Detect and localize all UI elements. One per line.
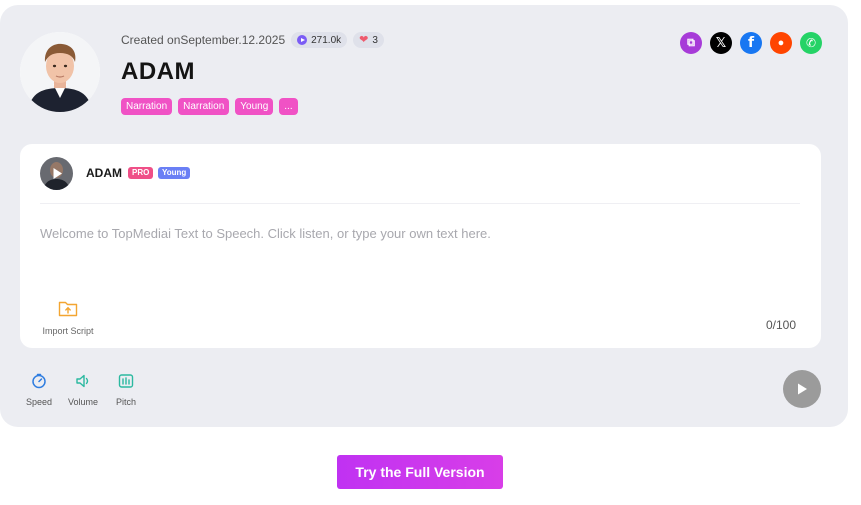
tag[interactable]: Narration (121, 98, 173, 115)
pro-badge: PRO (128, 167, 154, 179)
more-tags-button[interactable]: ... (279, 98, 298, 115)
volume-label: Volume (67, 397, 99, 407)
play-count-icon (297, 35, 308, 45)
volume-icon (76, 374, 89, 388)
speed-control[interactable]: Speed (22, 373, 56, 410)
tag[interactable]: Young (235, 98, 274, 115)
heart-icon: ❤ (359, 33, 369, 46)
voice-title: ADAM (121, 58, 195, 85)
voice-tags: Narration Narration Young ... (121, 98, 298, 115)
import-script-button[interactable]: Import Script (40, 300, 96, 339)
reddit-icon[interactable]: ● (770, 32, 792, 54)
created-prefix: Created on (121, 33, 181, 47)
tts-text-input[interactable] (40, 226, 800, 286)
facebook-icon[interactable]: f (740, 32, 762, 54)
voice-preview-button[interactable] (40, 157, 73, 190)
try-full-version-button[interactable]: Try the Full Version (337, 455, 503, 489)
young-badge: Young (158, 167, 191, 179)
like-count: 3 (372, 34, 378, 46)
character-counter: 0/100 (766, 318, 797, 332)
import-script-label: Import Script (42, 326, 94, 336)
voice-avatar (20, 32, 100, 112)
voice-meta: Created on September.12.2025 271.0k ❤ 3 (121, 32, 384, 48)
play-icon (798, 383, 807, 395)
speed-icon (32, 373, 46, 389)
editor-voice-name: ADAM (86, 166, 122, 180)
speed-label: Speed (25, 397, 53, 407)
folder-upload-icon (58, 301, 78, 317)
volume-control[interactable]: Volume (66, 373, 100, 410)
x-twitter-icon[interactable]: 𝕏 (710, 32, 732, 54)
copy-link-icon[interactable]: ⧉ (680, 32, 702, 54)
listen-play-button[interactable] (783, 370, 821, 408)
pitch-control[interactable]: Pitch (109, 373, 143, 410)
created-date: September.12.2025 (180, 33, 286, 47)
play-count: 271.0k (311, 34, 342, 46)
card-divider (40, 203, 800, 204)
like-button[interactable]: ❤ 3 (353, 32, 384, 48)
pitch-label: Pitch (115, 397, 136, 407)
play-count-badge: 271.0k (291, 32, 348, 48)
tag[interactable]: Narration (178, 98, 230, 115)
whatsapp-icon[interactable]: ✆ (800, 32, 822, 54)
pitch-icon (118, 374, 134, 388)
